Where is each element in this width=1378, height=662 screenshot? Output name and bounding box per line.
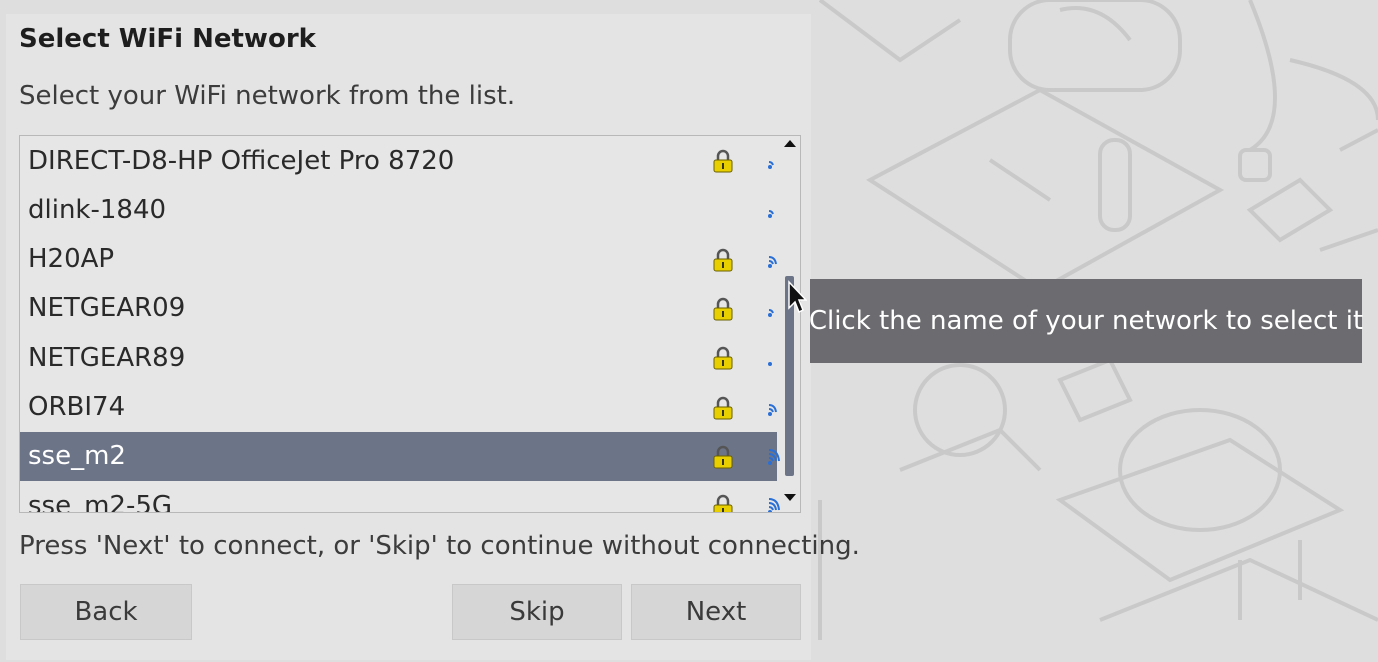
network-name: H20AP (28, 244, 115, 275)
back-button[interactable]: Back (20, 584, 192, 640)
lock-icon (713, 149, 733, 173)
next-button[interactable]: Next (631, 584, 801, 640)
network-row[interactable]: dlink-1840 (20, 185, 777, 234)
lock-icon (713, 248, 733, 272)
list-scrollbar[interactable] (780, 136, 798, 512)
skip-button[interactable]: Skip (452, 584, 622, 640)
scroll-up-arrow-icon[interactable] (784, 140, 796, 147)
tooltip: Click the name of your network to select… (809, 279, 1363, 363)
lock-icon (713, 396, 733, 419)
wifi-dialog: Select WiFi Network Select your WiFi net… (6, 14, 860, 660)
network-row[interactable]: sse_m2 (20, 431, 780, 481)
scroll-down-arrow-icon[interactable] (784, 494, 796, 501)
lock-icon (713, 347, 733, 370)
network-name: NETGEAR89 (28, 342, 186, 373)
network-list[interactable]: DIRECT-D8-HP OfficeJet Pro 8720 dlink-184… (19, 135, 801, 513)
network-name: sse_m2-5G (28, 490, 173, 513)
dialog-title: Select WiFi Network (19, 24, 316, 54)
network-name: ORBI74 (28, 392, 126, 422)
lock-icon (713, 494, 733, 512)
network-row[interactable]: H20AP (20, 235, 777, 284)
network-name: DIRECT-D8-HP OfficeJet Pro 8720 (28, 145, 455, 176)
network-row[interactable]: NETGEAR09 (20, 284, 777, 333)
lock-icon (713, 445, 733, 469)
network-row[interactable]: ORBI74 (20, 383, 777, 432)
network-row[interactable]: sse_m2-5G (20, 481, 780, 513)
mouse-pointer-icon (788, 280, 807, 314)
network-row[interactable]: DIRECT-D8-HP OfficeJet Pro 8720 (20, 136, 777, 185)
instruction-text: Press 'Next' to connect, or 'Skip' to co… (19, 531, 860, 561)
lock-icon (713, 297, 733, 321)
network-name: NETGEAR09 (28, 293, 186, 324)
network-row[interactable]: NETGEAR89 (20, 333, 777, 382)
network-name: sse_m2 (28, 441, 126, 472)
dialog-subtitle: Select your WiFi network from the list. (19, 81, 516, 111)
network-name: dlink-1840 (28, 194, 167, 225)
